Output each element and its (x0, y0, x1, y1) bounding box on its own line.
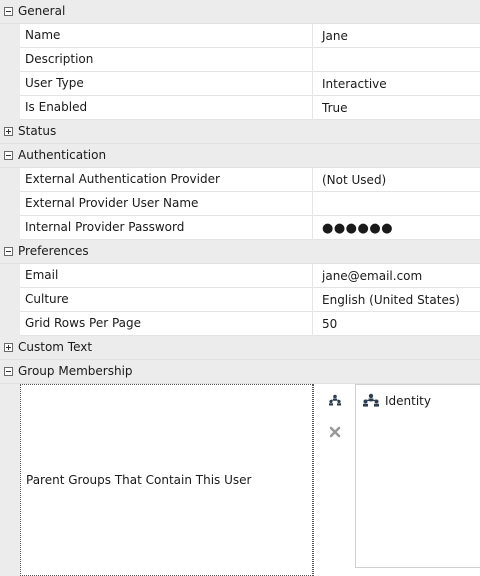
property-label: Culture (20, 288, 313, 312)
property-label: Is Enabled (20, 96, 313, 120)
external-auth-provider-value[interactable]: (Not Used) (313, 168, 480, 192)
property-row-external-auth-provider[interactable]: External Authentication Provider (Not Us… (0, 168, 480, 192)
property-label: Email (20, 264, 313, 288)
collapse-icon[interactable] (4, 151, 13, 160)
property-row-is-enabled[interactable]: Is Enabled True (0, 96, 480, 120)
collapse-icon[interactable] (4, 7, 13, 16)
collapse-icon[interactable] (4, 367, 13, 376)
property-row-internal-password[interactable]: Internal Provider Password ●●●●●● (0, 216, 480, 240)
group-toolbar (326, 392, 344, 456)
is-enabled-value[interactable]: True (313, 96, 480, 120)
expand-icon[interactable] (4, 127, 13, 136)
property-label: Parent Groups That Contain This User (20, 384, 313, 576)
category-label: Authentication (18, 148, 107, 162)
list-item[interactable]: Identity (361, 392, 480, 410)
property-label: External Authentication Provider (20, 168, 313, 192)
external-user-name-value[interactable] (313, 192, 480, 216)
category-custom-text[interactable]: Custom Text (0, 336, 480, 360)
culture-value[interactable]: English (United States) (313, 288, 480, 312)
category-authentication[interactable]: Authentication (0, 144, 480, 168)
category-label: General (18, 4, 66, 18)
category-label: Preferences (18, 244, 89, 258)
category-label: Status (18, 124, 57, 138)
category-label: Group Membership (18, 364, 133, 378)
property-row-grid-rows[interactable]: Grid Rows Per Page 50 (0, 312, 480, 336)
property-row-email[interactable]: Email jane@email.com (0, 264, 480, 288)
property-label: User Type (20, 72, 313, 96)
property-row-external-user-name[interactable]: External Provider User Name (0, 192, 480, 216)
property-label: Internal Provider Password (20, 216, 313, 240)
category-preferences[interactable]: Preferences (0, 240, 480, 264)
property-row-culture[interactable]: Culture English (United States) (0, 288, 480, 312)
property-grid: General Name Jane Description User Type … (0, 0, 480, 576)
property-label: Description (20, 48, 313, 72)
add-group-icon[interactable] (327, 392, 343, 408)
category-general[interactable]: General (0, 0, 480, 24)
remove-icon[interactable] (327, 424, 343, 440)
password-field[interactable]: ●●●●●● (313, 216, 480, 240)
email-value[interactable]: jane@email.com (313, 264, 480, 288)
name-value[interactable]: Jane (313, 24, 480, 48)
expand-icon[interactable] (4, 343, 13, 352)
property-label: Name (20, 24, 313, 48)
parent-groups-label: Parent Groups That Contain This User (26, 473, 252, 487)
category-status[interactable]: Status (0, 120, 480, 144)
collapse-icon[interactable] (4, 247, 13, 256)
property-row-parent-groups: Parent Groups That Contain This User Ide… (0, 384, 480, 576)
property-row-description[interactable]: Description (0, 48, 480, 72)
property-label: External Provider User Name (20, 192, 313, 216)
property-row-user-type[interactable]: User Type Interactive (0, 72, 480, 96)
user-type-value[interactable]: Interactive (313, 72, 480, 96)
parent-groups-editor: Identity (313, 384, 480, 576)
group-icon (361, 393, 381, 410)
property-label: Grid Rows Per Page (20, 312, 313, 336)
group-item-label: Identity (385, 394, 431, 408)
grid-rows-value[interactable]: 50 (313, 312, 480, 336)
category-label: Custom Text (18, 340, 93, 354)
property-row-name[interactable]: Name Jane (0, 24, 480, 48)
description-value[interactable] (313, 48, 480, 72)
parent-groups-list[interactable]: Identity (355, 384, 480, 568)
category-group-membership[interactable]: Group Membership (0, 360, 480, 384)
